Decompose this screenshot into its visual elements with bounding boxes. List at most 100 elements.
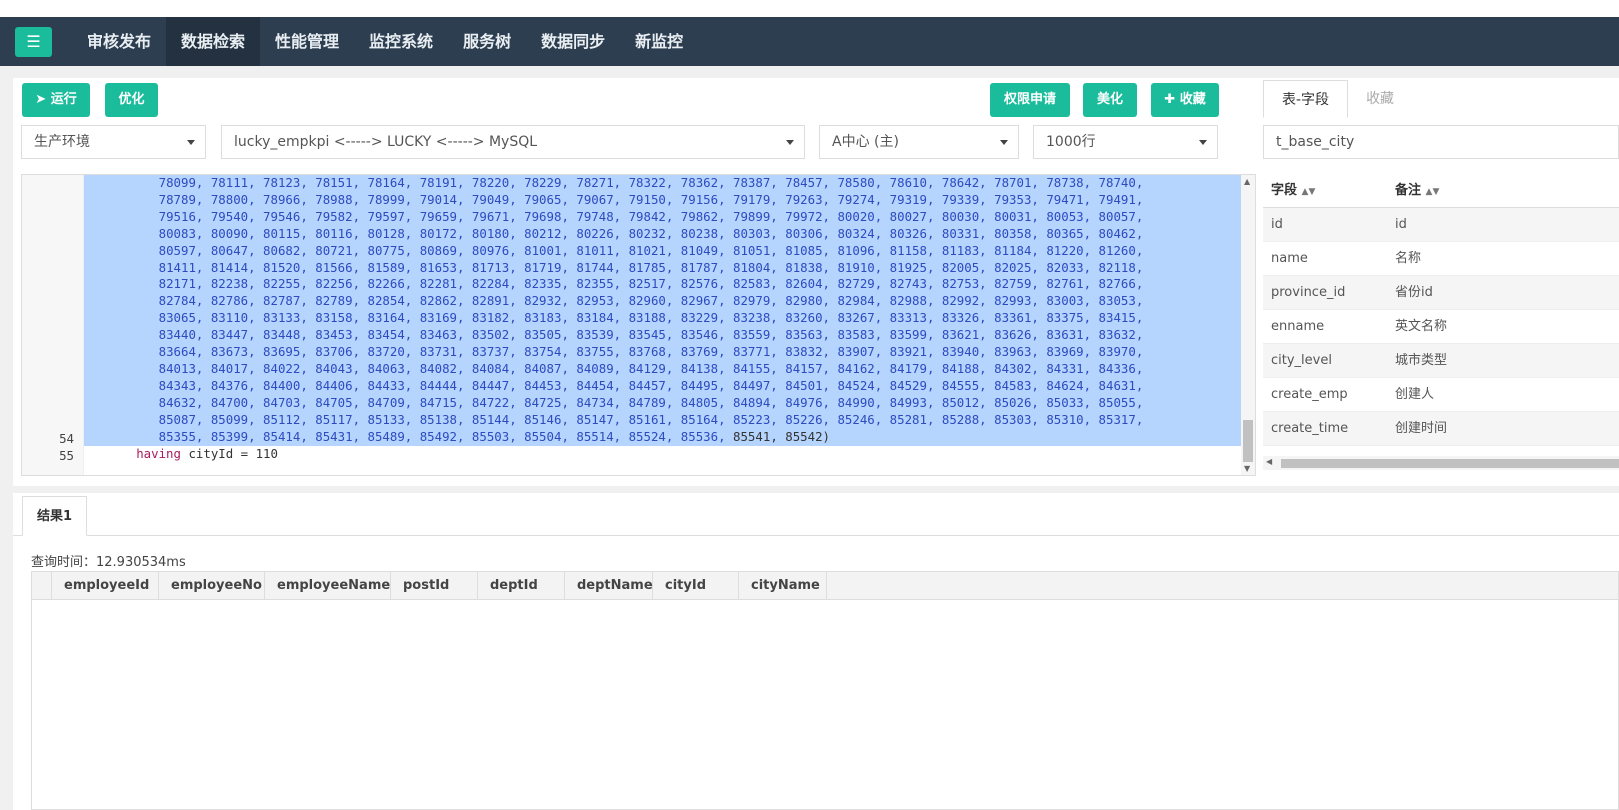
sort-icon: ▲▼ — [1301, 187, 1316, 197]
column-header[interactable]: employeeId — [52, 572, 159, 599]
code-line: 78099, 78111, 78123, 78151, 78164, 78191… — [158, 175, 1144, 190]
side-tabs: 表-字段 收藏 — [1263, 80, 1412, 118]
code-line: 82784, 82786, 82787, 82789, 82854, 82862… — [158, 293, 1144, 309]
env-select[interactable]: 生产环境 — [21, 125, 206, 159]
code-line: 83440, 83447, 83448, 83453, 83454, 83463… — [158, 327, 1144, 343]
field-row[interactable]: city_level 城市类型 — [1263, 344, 1619, 378]
code-line: 80083, 80090, 80115, 80116, 80128, 80172… — [158, 225, 1144, 241]
plus-icon: ✚ — [1164, 92, 1176, 107]
rows-select[interactable]: 1000行 — [1033, 125, 1218, 159]
hamburger-menu-button[interactable]: ☰ — [15, 26, 52, 57]
nav-item-service-tree[interactable]: 服务树 — [448, 17, 526, 66]
column-header[interactable]: cityId — [653, 572, 739, 599]
line-number: 55 — [59, 448, 74, 463]
column-header[interactable]: employeeNo — [159, 572, 265, 599]
field-name: create_time — [1271, 421, 1349, 436]
menu-icon: ☰ — [26, 32, 41, 51]
column-header[interactable]: employeeName — [265, 572, 391, 599]
code-line: 82171, 82238, 82255, 82256, 82266, 82281… — [158, 276, 1144, 292]
nav-item-data-sync[interactable]: 数据同步 — [526, 17, 620, 66]
row-selector-header — [32, 572, 52, 599]
permission-request-button[interactable]: 权限申请 — [990, 83, 1070, 117]
field-row[interactable]: name 名称 — [1263, 242, 1619, 276]
fields-horizontal-scrollbar[interactable]: ◀ — [1263, 456, 1619, 470]
table-input[interactable]: t_base_city — [1263, 125, 1619, 159]
scroll-down-icon: ▼ — [1244, 464, 1251, 473]
field-name: city_level — [1271, 353, 1332, 368]
code-line: 85087, 85099, 85112, 85117, 85133, 85138… — [158, 411, 1144, 427]
code-line: 84632, 84700, 84703, 84705, 84709, 84715… — [158, 394, 1144, 410]
db-select[interactable]: lucky_empkpi <-----> LUCKY <-----> MySQL — [221, 125, 805, 159]
field-name: province_id — [1271, 285, 1346, 300]
code-line: 81411, 81414, 81520, 81566, 81589, 81653… — [158, 259, 1144, 275]
caret-down-icon — [187, 140, 195, 145]
center-select[interactable]: A中心 (主) — [819, 125, 1019, 159]
field-remark: 创建时间 — [1395, 421, 1448, 436]
nav-item-review[interactable]: 审核发布 — [72, 17, 166, 66]
column-header-remark[interactable]: 备注 ▲▼ — [1391, 174, 1619, 207]
nav-item-performance[interactable]: 性能管理 — [260, 17, 354, 66]
query-time: 查询时间：12.930534ms — [31, 555, 186, 570]
beautify-button[interactable]: 美化 — [1083, 83, 1137, 117]
query-panel: ➤ 运行 优化 权限申请 美化 ✚ 收藏 表-字段 收藏 生产环境 lucky_… — [13, 78, 1619, 486]
column-header[interactable]: deptName — [565, 572, 653, 599]
tab-result-1[interactable]: 结果1 — [22, 496, 87, 536]
sql-editor[interactable]: 54 55 78099, 78111, 78123, 78151, 78164,… — [21, 174, 1256, 476]
scroll-up-icon: ▲ — [1244, 177, 1251, 186]
caret-down-icon — [1199, 140, 1207, 145]
field-name: enname — [1271, 319, 1325, 334]
column-header[interactable]: postId — [391, 572, 478, 599]
code-line: 79516, 79540, 79546, 79582, 79597, 79659… — [158, 208, 1144, 224]
nav-item-data-search[interactable]: 数据检索 — [166, 17, 261, 66]
nav-item-new-monitor[interactable]: 新监控 — [620, 17, 698, 66]
field-row[interactable]: enname 英文名称 — [1263, 310, 1619, 344]
column-header[interactable]: cityName — [739, 572, 827, 599]
nav-item-monitor[interactable]: 监控系统 — [354, 17, 448, 66]
result-grid: employeeId employeeNo employeeName postId de… — [31, 571, 1619, 810]
line-number: 54 — [59, 431, 74, 446]
tab-table-fields[interactable]: 表-字段 — [1263, 80, 1349, 118]
browser-bookmarks-bar — [0, 0, 1619, 17]
code-line: 84013, 84017, 84022, 84043, 84063, 84082… — [158, 360, 1144, 376]
field-remark: id — [1395, 217, 1407, 232]
field-row[interactable]: create_time 创建时间 — [1263, 412, 1619, 446]
fields-table-header: 字段 ▲▼ 备注 ▲▼ — [1263, 174, 1619, 208]
favorite-button[interactable]: ✚ 收藏 — [1151, 83, 1219, 117]
field-row[interactable]: province_id 省份id — [1263, 276, 1619, 310]
field-name: id — [1271, 217, 1283, 232]
scroll-thumb[interactable] — [1243, 420, 1253, 462]
field-remark: 创建人 — [1395, 387, 1435, 402]
column-header[interactable]: deptId — [478, 572, 565, 599]
result-grid-header: employeeId employeeNo employeeName postId de… — [32, 572, 1618, 600]
code-line: 85355, 85399, 85414, 85431, 85489, 85492… — [158, 428, 830, 444]
column-header-field[interactable]: 字段 ▲▼ — [1263, 174, 1391, 207]
field-name: create_emp — [1271, 387, 1348, 402]
field-remark: 省份id — [1395, 285, 1433, 300]
optimize-button[interactable]: 优化 — [105, 83, 158, 117]
tab-divider — [13, 535, 1619, 536]
code-line: 83065, 83110, 83133, 83158, 83164, 83169… — [158, 310, 1144, 326]
field-remark: 英文名称 — [1395, 319, 1448, 334]
caret-down-icon — [786, 140, 794, 145]
code-line: having cityId = 110 — [136, 445, 278, 461]
code-line: 84343, 84376, 84400, 84406, 84433, 84444… — [158, 377, 1144, 393]
run-button[interactable]: ➤ 运行 — [22, 83, 90, 117]
scroll-thumb[interactable] — [1281, 459, 1619, 468]
code-line: 83664, 83673, 83695, 83706, 83720, 83731… — [158, 344, 1144, 360]
field-row[interactable]: id id — [1263, 208, 1619, 242]
fields-table: 字段 ▲▼ 备注 ▲▼ id id name 名称 province_id 省份id enn… — [1263, 174, 1619, 454]
scroll-left-icon: ◀ — [1266, 457, 1273, 466]
caret-down-icon — [1000, 140, 1008, 145]
editor-gutter: 54 55 — [22, 175, 84, 475]
field-name: name — [1271, 251, 1308, 266]
code-line: 78789, 78800, 78966, 78988, 78999, 79014… — [158, 191, 1144, 207]
top-navbar: ☰ 审核发布 数据检索 性能管理 监控系统 服务树 数据同步 新监控 — [0, 17, 1619, 66]
tab-favorites[interactable]: 收藏 — [1348, 80, 1412, 118]
field-remark: 名称 — [1395, 251, 1422, 266]
result-panel: 结果1 查询时间：12.930534ms employeeId employeeN… — [13, 493, 1619, 810]
field-row[interactable]: create_emp 创建人 — [1263, 378, 1619, 412]
code-line: 80597, 80647, 80682, 80721, 80775, 80869… — [158, 242, 1144, 258]
field-remark: 城市类型 — [1395, 353, 1448, 368]
editor-vertical-scrollbar[interactable]: ▲ ▼ — [1241, 175, 1255, 475]
rocket-icon: ➤ — [35, 92, 47, 107]
